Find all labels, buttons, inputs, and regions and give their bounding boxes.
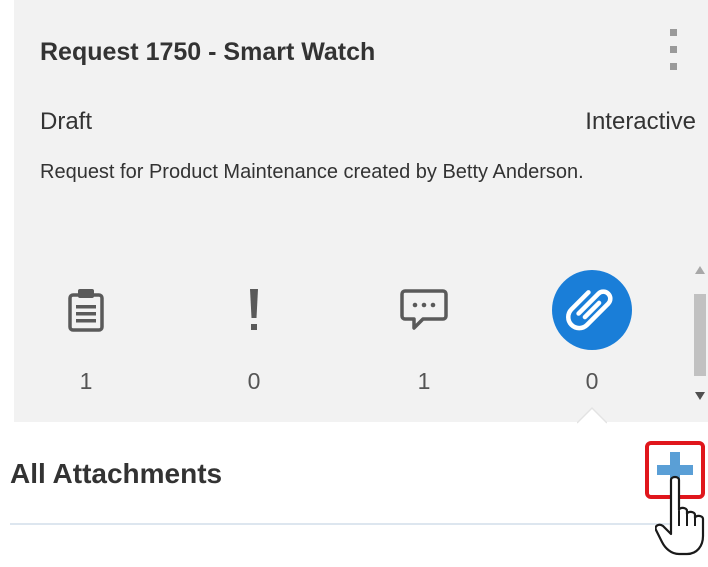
attachments-title: All Attachments bbox=[10, 458, 223, 489]
stat-attachments[interactable]: 0 bbox=[552, 270, 632, 400]
request-card: Request 1750 - Smart Watch Draft Interac… bbox=[14, 0, 708, 422]
scroll-thumb[interactable] bbox=[694, 294, 706, 376]
stat-issues[interactable]: 0 bbox=[214, 270, 294, 400]
more-options-icon[interactable] bbox=[668, 29, 680, 71]
request-description: Request for Product Maintenance created … bbox=[40, 161, 584, 183]
stat-comments-count: 1 bbox=[417, 368, 431, 394]
paperclip-icon bbox=[552, 270, 632, 350]
stat-attachments-count: 0 bbox=[585, 368, 599, 394]
request-title: Request 1750 - Smart Watch bbox=[40, 38, 376, 66]
scroll-down-icon[interactable] bbox=[695, 392, 705, 400]
request-panel: Request 1750 - Smart Watch Draft Interac… bbox=[0, 0, 708, 567]
exclamation-icon bbox=[214, 270, 294, 350]
stat-issues-count: 0 bbox=[247, 368, 261, 394]
request-status: Draft bbox=[40, 108, 93, 135]
comment-icon bbox=[384, 270, 464, 350]
stats-scrollbar[interactable] bbox=[692, 256, 708, 406]
scroll-up-icon[interactable] bbox=[695, 266, 705, 274]
stat-tasks[interactable]: 1 bbox=[46, 270, 126, 400]
section-divider bbox=[10, 523, 670, 525]
stat-tasks-count: 1 bbox=[79, 368, 93, 394]
selection-pointer bbox=[577, 406, 607, 424]
clipboard-icon bbox=[46, 270, 126, 350]
request-mode: Interactive bbox=[585, 108, 696, 135]
hand-cursor-icon bbox=[655, 475, 705, 556]
stat-comments[interactable]: 1 bbox=[384, 270, 464, 400]
